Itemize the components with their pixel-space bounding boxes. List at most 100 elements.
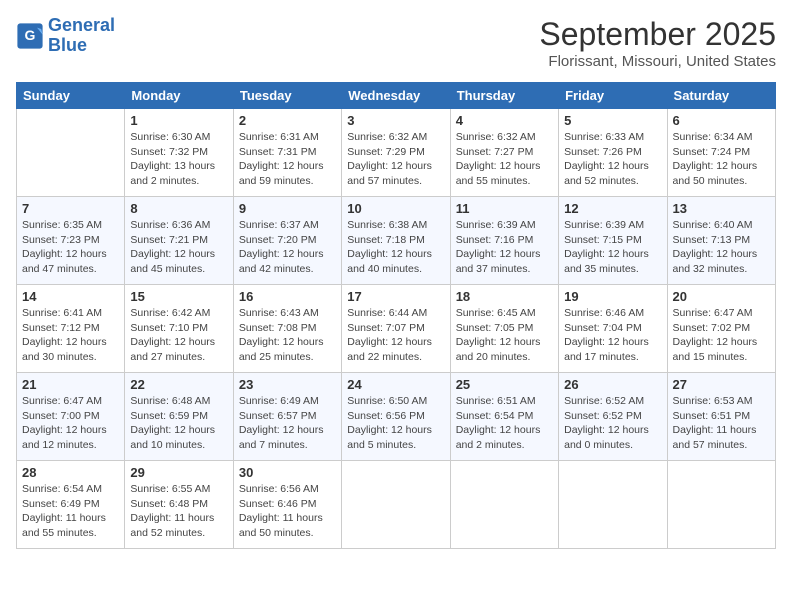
calendar-cell: 3 Sunrise: 6:32 AM Sunset: 7:29 PM Daylig… (342, 109, 450, 197)
day-number: 27 (673, 377, 770, 392)
calendar-cell: 10 Sunrise: 6:38 AM Sunset: 7:18 PM Dayli… (342, 197, 450, 285)
day-info: Sunrise: 6:47 AM Sunset: 7:00 PM Dayligh… (22, 394, 119, 453)
calendar-cell: 14 Sunrise: 6:41 AM Sunset: 7:12 PM Dayli… (17, 285, 125, 373)
weekday-header-friday: Friday (559, 83, 667, 109)
day-number: 29 (130, 465, 227, 480)
day-info: Sunrise: 6:36 AM Sunset: 7:21 PM Dayligh… (130, 218, 227, 277)
calendar-week-row: 7 Sunrise: 6:35 AM Sunset: 7:23 PM Daylig… (17, 197, 776, 285)
day-info: Sunrise: 6:51 AM Sunset: 6:54 PM Dayligh… (456, 394, 553, 453)
weekday-header-tuesday: Tuesday (233, 83, 341, 109)
calendar-cell (559, 461, 667, 549)
day-number: 20 (673, 289, 770, 304)
calendar-cell: 12 Sunrise: 6:39 AM Sunset: 7:15 PM Dayli… (559, 197, 667, 285)
day-number: 7 (22, 201, 119, 216)
calendar-cell: 2Sunrise: 6:31 AM Sunset: 7:31 PM Daylig… (233, 109, 341, 197)
day-number: 12 (564, 201, 661, 216)
weekday-header-sunday: Sunday (17, 83, 125, 109)
title-block: September 2025 Florissant, Missouri, Uni… (539, 16, 776, 70)
day-number: 23 (239, 377, 336, 392)
weekday-header-saturday: Saturday (667, 83, 775, 109)
day-info: Sunrise: 6:47 AM Sunset: 7:02 PM Dayligh… (673, 306, 770, 365)
day-info: Sunrise: 6:39 AM Sunset: 7:15 PM Dayligh… (564, 218, 661, 277)
day-info: Sunrise: 6:30 AM Sunset: 7:32 PM Dayligh… (130, 130, 227, 189)
day-number: 16 (239, 289, 336, 304)
day-info: Sunrise: 6:43 AM Sunset: 7:08 PM Dayligh… (239, 306, 336, 365)
day-number: 8 (130, 201, 227, 216)
day-number: 1 (130, 113, 227, 128)
calendar-cell: 29 Sunrise: 6:55 AM Sunset: 6:48 PM Dayli… (125, 461, 233, 549)
calendar-cell: 8 Sunrise: 6:36 AM Sunset: 7:21 PM Daylig… (125, 197, 233, 285)
day-info: Sunrise: 6:46 AM Sunset: 7:04 PM Dayligh… (564, 306, 661, 365)
day-number: 15 (130, 289, 227, 304)
day-info: Sunrise: 6:38 AM Sunset: 7:18 PM Dayligh… (347, 218, 444, 277)
logo: G General Blue (16, 16, 115, 56)
calendar-cell: 25 Sunrise: 6:51 AM Sunset: 6:54 PM Dayli… (450, 373, 558, 461)
calendar-cell: 21 Sunrise: 6:47 AM Sunset: 7:00 PM Dayli… (17, 373, 125, 461)
day-number: 25 (456, 377, 553, 392)
calendar-week-row: 1 Sunrise: 6:30 AM Sunset: 7:32 PM Daylig… (17, 109, 776, 197)
calendar-cell: 15Sunrise: 6:42 AM Sunset: 7:10 PM Dayli… (125, 285, 233, 373)
day-number: 18 (456, 289, 553, 304)
calendar-cell: 26Sunrise: 6:52 AM Sunset: 6:52 PM Dayli… (559, 373, 667, 461)
day-info: Sunrise: 6:48 AM Sunset: 6:59 PM Dayligh… (130, 394, 227, 453)
calendar-week-row: 21 Sunrise: 6:47 AM Sunset: 7:00 PM Dayli… (17, 373, 776, 461)
calendar-cell: 28 Sunrise: 6:54 AM Sunset: 6:49 PM Dayli… (17, 461, 125, 549)
svg-text:G: G (25, 27, 36, 43)
calendar-cell: 1 Sunrise: 6:30 AM Sunset: 7:32 PM Daylig… (125, 109, 233, 197)
day-number: 24 (347, 377, 444, 392)
calendar-cell: 24 Sunrise: 6:50 AM Sunset: 6:56 PM Dayli… (342, 373, 450, 461)
day-info: Sunrise: 6:32 AM Sunset: 7:29 PM Dayligh… (347, 130, 444, 189)
calendar-cell: 27 Sunrise: 6:53 AM Sunset: 6:51 PM Dayli… (667, 373, 775, 461)
month-title: September 2025 (539, 16, 776, 53)
calendar-week-row: 28 Sunrise: 6:54 AM Sunset: 6:49 PM Dayli… (17, 461, 776, 549)
day-info: Sunrise: 6:40 AM Sunset: 7:13 PM Dayligh… (673, 218, 770, 277)
day-info: Sunrise: 6:33 AM Sunset: 7:26 PM Dayligh… (564, 130, 661, 189)
location: Florissant, Missouri, United States (539, 53, 776, 70)
calendar-cell: 20 Sunrise: 6:47 AM Sunset: 7:02 PM Dayli… (667, 285, 775, 373)
day-info: Sunrise: 6:56 AM Sunset: 6:46 PM Dayligh… (239, 482, 336, 541)
day-info: Sunrise: 6:31 AM Sunset: 7:31 PM Dayligh… (239, 130, 336, 189)
day-number: 3 (347, 113, 444, 128)
weekday-header-monday: Monday (125, 83, 233, 109)
day-number: 10 (347, 201, 444, 216)
day-number: 21 (22, 377, 119, 392)
calendar-cell: 11Sunrise: 6:39 AM Sunset: 7:16 PM Dayli… (450, 197, 558, 285)
day-info: Sunrise: 6:45 AM Sunset: 7:05 PM Dayligh… (456, 306, 553, 365)
calendar-cell: 19 Sunrise: 6:46 AM Sunset: 7:04 PM Dayli… (559, 285, 667, 373)
calendar-cell (667, 461, 775, 549)
weekday-header-row: SundayMondayTuesdayWednesdayThursdayFrid… (17, 83, 776, 109)
day-number: 13 (673, 201, 770, 216)
calendar-cell: 16 Sunrise: 6:43 AM Sunset: 7:08 PM Dayli… (233, 285, 341, 373)
calendar-cell: 6 Sunrise: 6:34 AM Sunset: 7:24 PM Daylig… (667, 109, 775, 197)
day-info: Sunrise: 6:32 AM Sunset: 7:27 PM Dayligh… (456, 130, 553, 189)
day-number: 6 (673, 113, 770, 128)
calendar-cell: 30 Sunrise: 6:56 AM Sunset: 6:46 PM Dayli… (233, 461, 341, 549)
calendar-cell: 23 Sunrise: 6:49 AM Sunset: 6:57 PM Dayli… (233, 373, 341, 461)
day-info: Sunrise: 6:52 AM Sunset: 6:52 PM Dayligh… (564, 394, 661, 453)
day-info: Sunrise: 6:35 AM Sunset: 7:23 PM Dayligh… (22, 218, 119, 277)
page-header: G General Blue September 2025 Florissant… (16, 16, 776, 70)
day-number: 4 (456, 113, 553, 128)
logo-text: General Blue (48, 16, 115, 56)
day-number: 14 (22, 289, 119, 304)
day-number: 28 (22, 465, 119, 480)
day-number: 11 (456, 201, 553, 216)
day-number: 30 (239, 465, 336, 480)
day-number: 9 (239, 201, 336, 216)
calendar-week-row: 14 Sunrise: 6:41 AM Sunset: 7:12 PM Dayli… (17, 285, 776, 373)
day-info: Sunrise: 6:49 AM Sunset: 6:57 PM Dayligh… (239, 394, 336, 453)
logo-icon: G (16, 22, 44, 50)
day-number: 19 (564, 289, 661, 304)
calendar-cell (342, 461, 450, 549)
day-info: Sunrise: 6:41 AM Sunset: 7:12 PM Dayligh… (22, 306, 119, 365)
day-info: Sunrise: 6:53 AM Sunset: 6:51 PM Dayligh… (673, 394, 770, 453)
calendar-cell: 9Sunrise: 6:37 AM Sunset: 7:20 PM Daylig… (233, 197, 341, 285)
calendar-cell: 18 Sunrise: 6:45 AM Sunset: 7:05 PM Dayli… (450, 285, 558, 373)
day-info: Sunrise: 6:44 AM Sunset: 7:07 PM Dayligh… (347, 306, 444, 365)
day-info: Sunrise: 6:50 AM Sunset: 6:56 PM Dayligh… (347, 394, 444, 453)
day-number: 17 (347, 289, 444, 304)
day-number: 22 (130, 377, 227, 392)
day-info: Sunrise: 6:54 AM Sunset: 6:49 PM Dayligh… (22, 482, 119, 541)
day-info: Sunrise: 6:55 AM Sunset: 6:48 PM Dayligh… (130, 482, 227, 541)
day-info: Sunrise: 6:34 AM Sunset: 7:24 PM Dayligh… (673, 130, 770, 189)
